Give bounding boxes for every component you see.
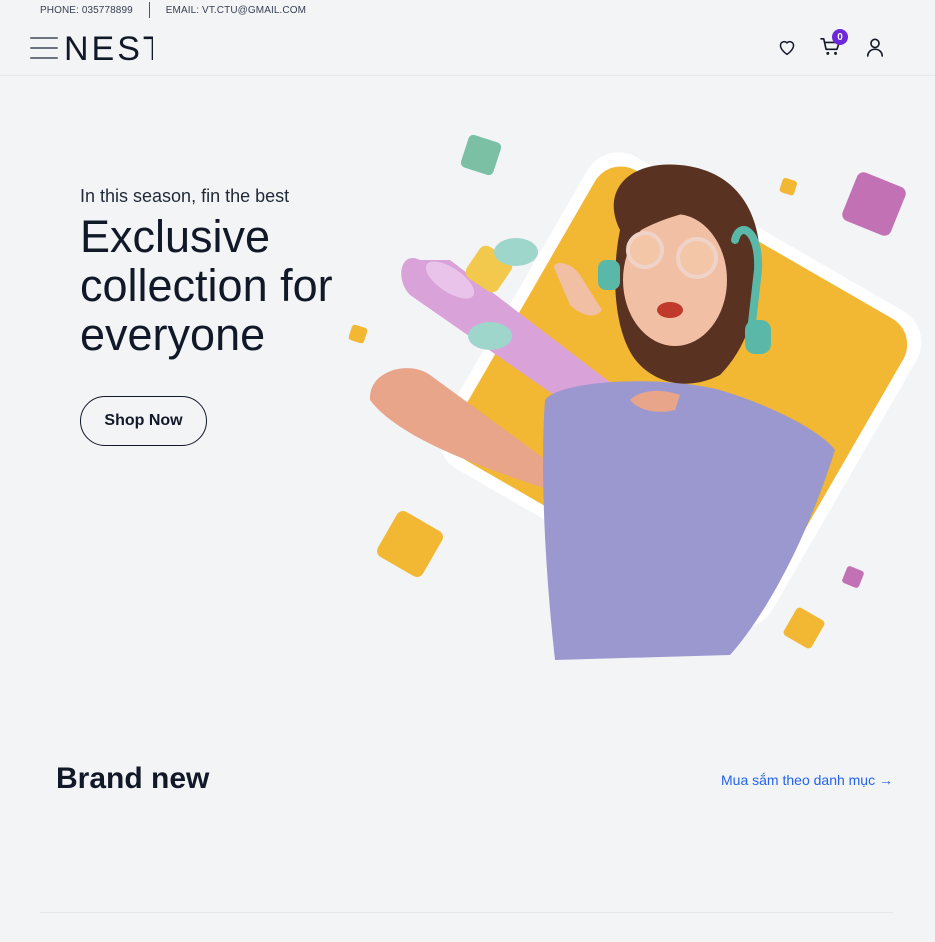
yellow-square-decor [377, 511, 443, 577]
shop-now-button[interactable]: Shop Now [80, 396, 207, 446]
small-pink-square-decor [842, 566, 864, 588]
contact-divider [148, 2, 150, 18]
hero-image [348, 134, 922, 660]
site-header: NEST 0 [0, 20, 935, 76]
wishlist-button[interactable] [774, 34, 800, 60]
section-title: Brand new [56, 762, 210, 795]
shop-by-category-link[interactable]: Mua sắm theo danh mục → [721, 772, 893, 788]
user-icon [866, 38, 884, 57]
small-yellow-square-decor [779, 177, 797, 196]
email-text: EMAIL: VT.CTU@GMAIL.COM [165, 4, 307, 16]
cart-count-badge: 0 [832, 29, 848, 45]
phone-text: PHONE: 035778899 [40, 4, 133, 16]
menu-icon[interactable] [30, 36, 58, 60]
account-button[interactable] [862, 34, 888, 60]
tiny-yellow-square-decor [348, 324, 368, 344]
hero-title: Exclusive collection for everyone [80, 211, 333, 360]
site-logo[interactable]: NEST [64, 29, 153, 69]
heart-icon [779, 40, 795, 56]
cart-button[interactable]: 0 [818, 29, 848, 60]
pink-square-decor [842, 172, 906, 236]
contact-bar: PHONE: 035778899 EMAIL: VT.CTU@GMAIL.COM [40, 0, 306, 20]
section-divider [40, 912, 893, 913]
hero-subtitle: In this season, fin the best [80, 186, 290, 206]
teal-square-decor [460, 134, 502, 176]
yellow-square-decor-2 [783, 607, 825, 649]
